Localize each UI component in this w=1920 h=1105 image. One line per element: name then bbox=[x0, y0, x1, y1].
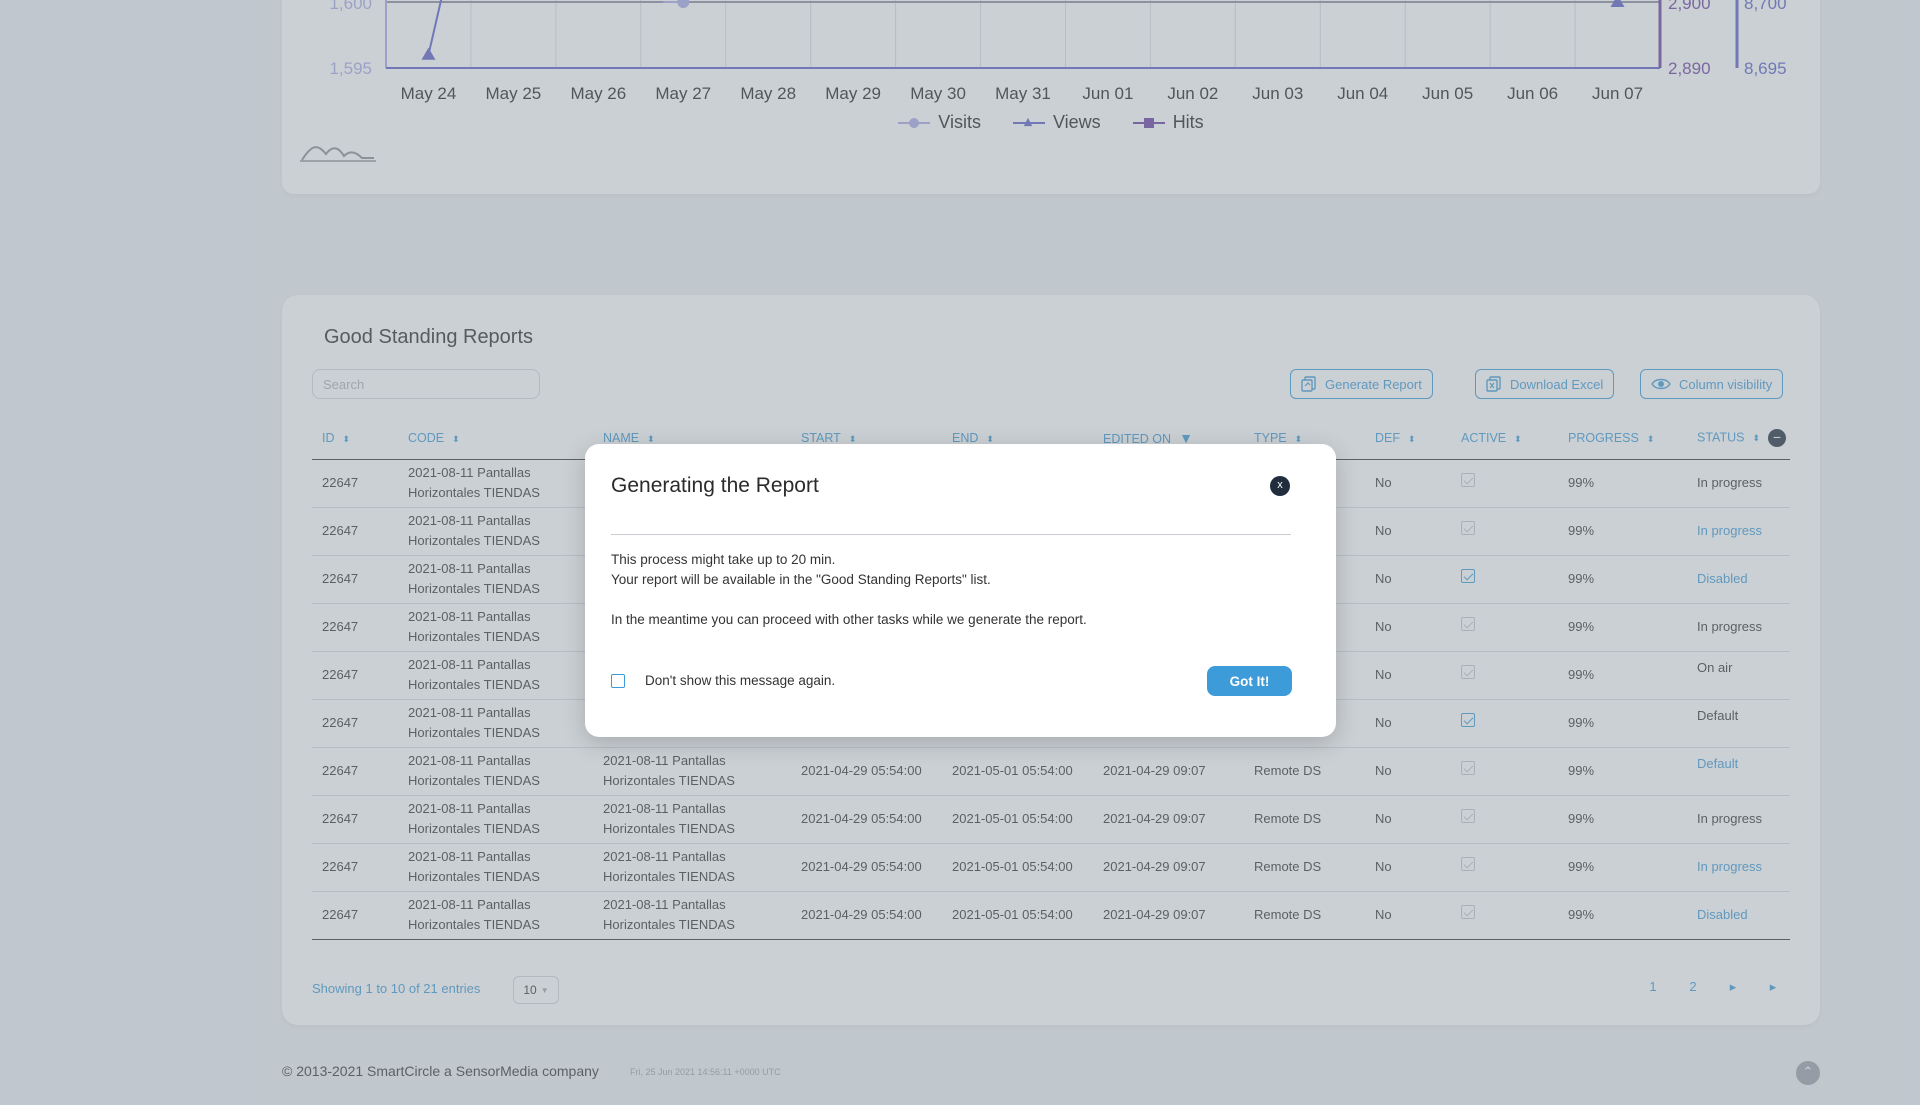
dont-show-again-label: Don't show this message again. bbox=[645, 673, 836, 688]
modal-divider bbox=[611, 534, 1291, 535]
generating-report-modal: Generating the Report x This process mig… bbox=[585, 444, 1336, 737]
dont-show-again-checkbox[interactable] bbox=[611, 674, 625, 688]
modal-line-2: Your report will be available in the "Go… bbox=[611, 572, 991, 587]
modal-line-1: This process might take up to 20 min. bbox=[611, 552, 836, 567]
modal-title: Generating the Report bbox=[611, 474, 819, 497]
close-icon[interactable]: x bbox=[1270, 476, 1290, 496]
got-it-button[interactable]: Got It! bbox=[1207, 666, 1292, 696]
modal-line-3: In the meantime you can proceed with oth… bbox=[611, 612, 1087, 627]
